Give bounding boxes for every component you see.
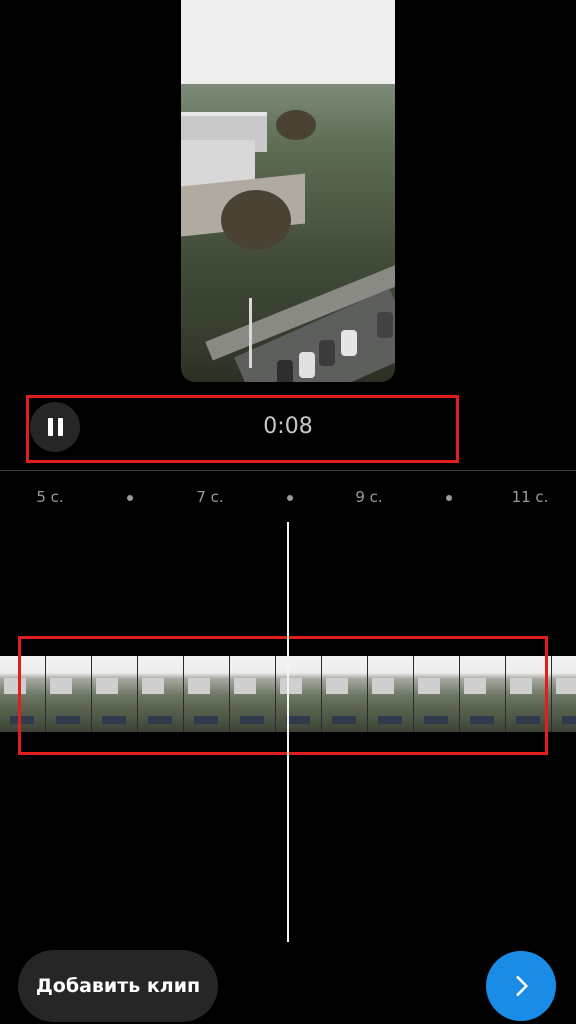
divider	[0, 470, 576, 471]
time-ruler: 5 с. 7 с. 9 с. 11 с.	[0, 488, 576, 508]
ruler-dot	[446, 495, 452, 501]
preview-car	[299, 352, 315, 378]
video-trim-screen: 0:08 5 с. 7 с. 9 с. 11 с. Добавить клип	[0, 0, 576, 1024]
ruler-tick-label: 7 с.	[196, 488, 224, 506]
ruler-tick-label: 9 с.	[355, 488, 383, 506]
ruler-dot	[127, 495, 133, 501]
ruler-tick-label: 5 с.	[36, 488, 64, 506]
playhead[interactable]	[287, 522, 289, 942]
preview-car	[341, 330, 357, 356]
preview-tree	[221, 190, 291, 250]
preview-tree	[276, 110, 316, 140]
preview-car	[377, 312, 393, 338]
highlight-filmstrip	[18, 636, 548, 755]
preview-lamp-pole	[249, 298, 252, 368]
video-preview[interactable]	[181, 0, 395, 382]
add-clip-button[interactable]: Добавить клип	[18, 950, 218, 1022]
chevron-right-icon	[516, 976, 528, 996]
preview-sky	[181, 0, 395, 84]
next-button[interactable]	[486, 951, 556, 1021]
filmstrip-frame	[552, 656, 576, 732]
highlight-playback-bar	[26, 395, 459, 463]
ruler-tick-label: 11 с.	[511, 488, 549, 506]
preview-car	[277, 360, 293, 382]
ruler-dot	[287, 495, 293, 501]
preview-car	[319, 340, 335, 366]
